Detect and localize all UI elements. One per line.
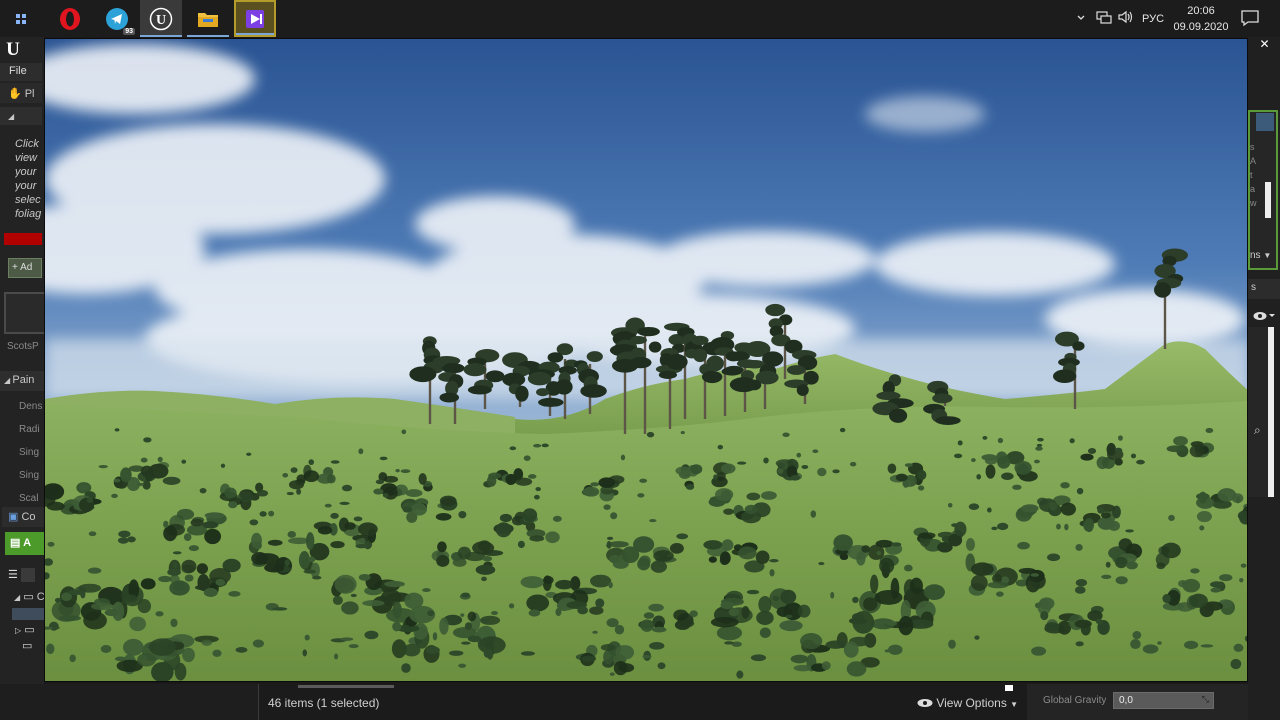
- tree-folder-1[interactable]: ▷ ▭: [15, 623, 45, 636]
- clock-date: 09.09.2020: [1173, 21, 1229, 33]
- folder-icon: [197, 10, 219, 28]
- outliner-scrollbar[interactable]: [1265, 182, 1271, 218]
- language-indicator[interactable]: РУС: [1142, 13, 1164, 25]
- unreal-icon: U: [149, 7, 173, 31]
- start-button[interactable]: [0, 0, 42, 37]
- horizontal-scrollbar[interactable]: [298, 685, 394, 688]
- game-viewport[interactable]: [44, 38, 1248, 682]
- status-bar: 46 items (1 selected) View Options ▼ Glo…: [0, 684, 1280, 720]
- mode-tab[interactable]: ✋ Pl: [0, 83, 42, 103]
- status-right-pane: [1248, 684, 1280, 720]
- paint-section-header[interactable]: ◢ Pain: [0, 371, 44, 391]
- content-browser-icon: ▣: [8, 511, 19, 523]
- taskbar-file-explorer[interactable]: [187, 0, 229, 37]
- chevron-down-icon: ▼: [1010, 700, 1019, 709]
- status-left-pane: [0, 684, 258, 720]
- eye-icon: [917, 696, 936, 710]
- taskbar-telegram[interactable]: 93: [96, 0, 138, 37]
- global-gravity-label: Global Gravity: [1043, 695, 1107, 706]
- param-single-2: Sing: [19, 470, 40, 481]
- windows-taskbar: 93 U РУС 20:06 09.09.2020: [0, 0, 1280, 37]
- outliner-panel: s A t a w ns ▼: [1248, 110, 1278, 270]
- taskbar-unreal-engine[interactable]: U: [140, 0, 182, 37]
- search-icon[interactable]: ⌕: [1254, 423, 1261, 438]
- svg-text:U: U: [156, 13, 166, 28]
- foliage-hint-text: Click view your your selec foliag: [15, 138, 42, 220]
- eye-icon[interactable]: [1253, 308, 1275, 326]
- folder-icon: ▭: [23, 591, 34, 603]
- foliage-asset-thumbnail[interactable]: [4, 292, 44, 334]
- windows-icon: [14, 12, 28, 26]
- tree-folder-2[interactable]: ▭: [22, 639, 44, 652]
- section-collapse[interactable]: ◢: [0, 107, 42, 125]
- close-window-button[interactable]: ✕: [1249, 36, 1280, 51]
- notification-icon[interactable]: [1240, 9, 1260, 32]
- foliage-asset-name: ScotsP: [7, 341, 39, 352]
- add-new-button[interactable]: ▤ A: [5, 532, 44, 555]
- network-icon[interactable]: [1096, 10, 1112, 27]
- paint-mode-icon: ✋: [8, 88, 22, 100]
- details-scrollbar[interactable]: [1268, 327, 1274, 497]
- add-foliage-button[interactable]: + Ad: [8, 258, 42, 278]
- tree-root-folder[interactable]: ◢ ▭ C: [14, 590, 44, 603]
- triangle-down-icon: ◢: [8, 112, 15, 121]
- outliner-fragments: s A t a w: [1250, 142, 1257, 208]
- details-header[interactable]: s: [1248, 279, 1280, 299]
- play-icon: [245, 9, 265, 29]
- landscape-scene: [45, 39, 1247, 681]
- outliner-overflow[interactable]: ns ▼: [1250, 250, 1271, 261]
- tray-icons: РУС: [1074, 0, 1164, 37]
- clock-time: 20:06: [1187, 5, 1215, 17]
- items-count: 46 items (1 selected): [268, 696, 380, 710]
- param-scale: Scal: [19, 493, 39, 504]
- global-gravity-input[interactable]: 0,0 ⤡: [1113, 692, 1214, 709]
- new-file-icon: ▤: [10, 537, 21, 549]
- telegram-badge: 93: [123, 27, 135, 35]
- param-single-1: Sing: [19, 447, 40, 458]
- scroll-marker: [1005, 685, 1013, 691]
- param-radius: Radi: [19, 424, 40, 435]
- taskbar-opera[interactable]: [49, 0, 91, 37]
- taskbar-media-player[interactable]: [234, 0, 276, 37]
- opera-icon: [58, 7, 82, 31]
- details-panel: ✕ s A t a w ns ▼ s ⌕: [1248, 37, 1280, 720]
- foliage-panel: U File ✋ Pl ◢ Click view your your selec …: [0, 37, 44, 720]
- tray-clock[interactable]: 20:06 09.09.2020: [1168, 3, 1234, 35]
- content-browser-tab[interactable]: ▣ Co: [2, 507, 44, 527]
- param-density: Dens: [19, 401, 43, 412]
- volume-icon[interactable]: [1117, 10, 1135, 27]
- chevron-up-icon[interactable]: [1074, 12, 1088, 25]
- close-icon: ✕: [1259, 36, 1270, 51]
- sources-toggle[interactable]: ☰: [8, 568, 44, 584]
- menu-file[interactable]: File: [0, 63, 42, 81]
- unreal-logo: U: [6, 39, 20, 60]
- list-icon: ☰: [8, 569, 18, 581]
- drag-handle-icon[interactable]: ⤡: [1202, 694, 1209, 705]
- add-actor-icon[interactable]: [1256, 113, 1274, 131]
- view-options-button[interactable]: View Options ▼: [917, 696, 1018, 710]
- error-bar: [4, 233, 42, 245]
- telegram-icon: 93: [105, 7, 135, 35]
- tree-folder-selected[interactable]: [12, 608, 44, 620]
- details-rows: [1248, 327, 1268, 497]
